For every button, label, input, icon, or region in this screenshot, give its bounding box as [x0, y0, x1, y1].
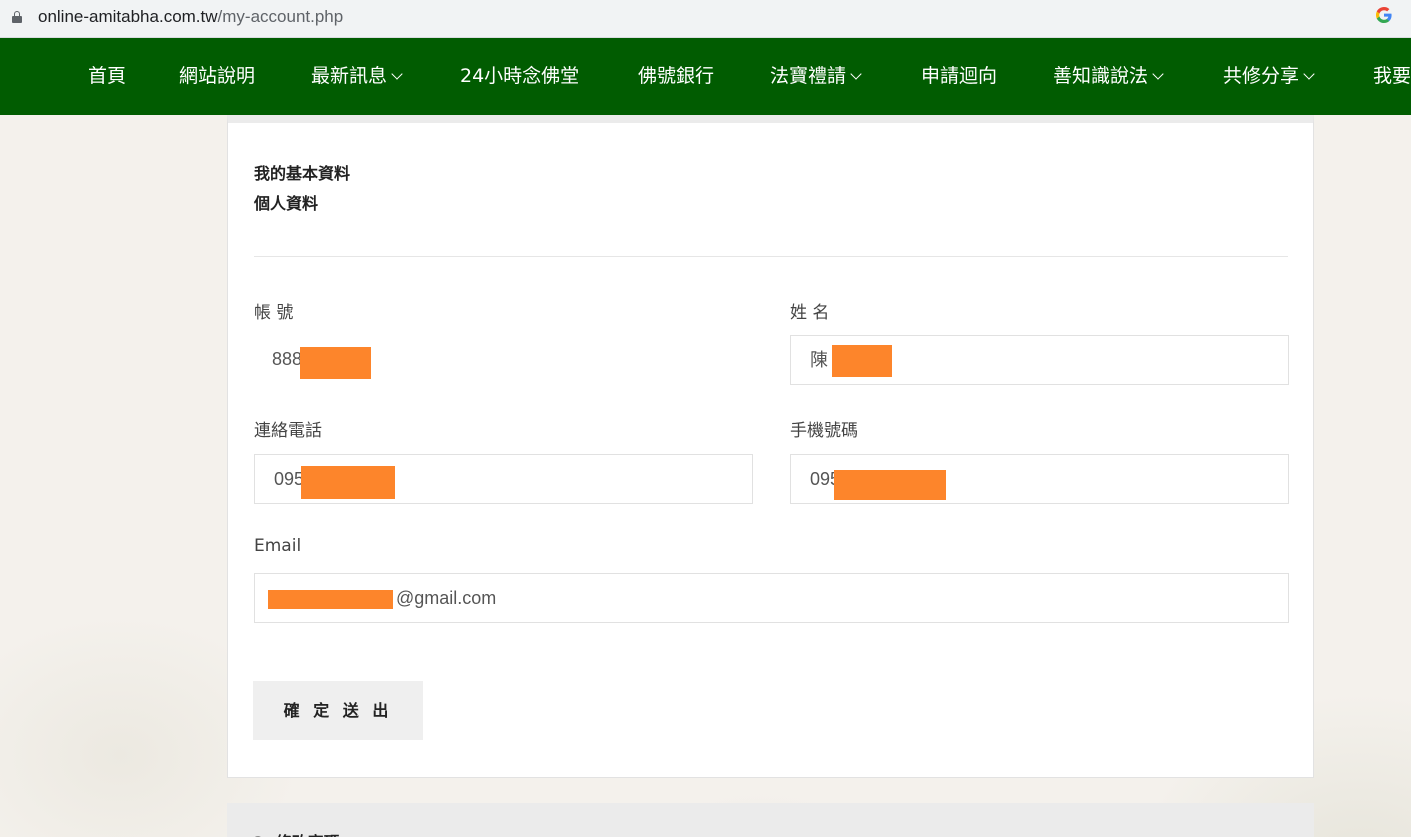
phone-label: 連絡電話 [254, 421, 322, 441]
chevron-down-icon [1152, 68, 1164, 80]
redaction-block [301, 466, 395, 499]
url-text[interactable]: online-amitabha.com.tw/my-account.php [38, 6, 343, 28]
nav-item-buddha-bank[interactable]: 佛號銀行 [638, 38, 714, 115]
nav-item-dharma-request[interactable]: 法寶禮請 [770, 38, 862, 115]
nav-item-chanting-hall[interactable]: 24小時念佛堂 [460, 38, 579, 115]
lock-icon[interactable] [12, 11, 22, 23]
email-label: Email [254, 536, 302, 556]
mobile-label: 手機號碼 [790, 421, 858, 441]
main-nav: 首頁 網站說明 最新訊息 24小時念佛堂 佛號銀行 法寶禮請 申請迴向 善知識說… [0, 38, 1411, 115]
nav-item-teachings[interactable]: 善知識說法 [1053, 38, 1164, 115]
email-field[interactable]: @gmail.com [254, 573, 1289, 623]
nav-item-news[interactable]: 最新訊息 [311, 38, 403, 115]
address-bar[interactable]: online-amitabha.com.tw/my-account.php [0, 0, 1411, 38]
section-title: 我的基本資料 [254, 164, 351, 183]
nav-item-site-info[interactable]: 網站說明 [179, 38, 255, 115]
google-icon[interactable] [1376, 7, 1392, 23]
nav-item-home[interactable]: 首頁 [88, 38, 126, 115]
redaction-block [300, 347, 371, 379]
redaction-block [268, 590, 393, 609]
name-label: 姓 名 [790, 303, 830, 323]
chevron-down-icon [850, 68, 862, 80]
divider [254, 256, 1288, 257]
chevron-down-icon [391, 68, 403, 80]
password-section-title: 2. 修改密碼 [253, 829, 340, 837]
redaction-block [834, 470, 946, 500]
password-card: 2. 修改密碼 [227, 803, 1314, 837]
section-subtitle: 個人資料 [254, 194, 319, 213]
profile-card: 我的基本資料 個人資料 帳 號 888 姓 名 陳 連絡電話 095 手機號碼 … [227, 115, 1314, 778]
account-label: 帳 號 [254, 303, 294, 323]
submit-button[interactable]: 確 定 送 出 [253, 681, 423, 740]
nav-item-sharing[interactable]: 共修分享 [1223, 38, 1315, 115]
nav-item-more[interactable]: 我要 [1373, 38, 1411, 115]
nav-item-dedication[interactable]: 申請迴向 [921, 38, 997, 115]
redaction-block [832, 345, 892, 377]
chevron-down-icon [1303, 68, 1315, 80]
